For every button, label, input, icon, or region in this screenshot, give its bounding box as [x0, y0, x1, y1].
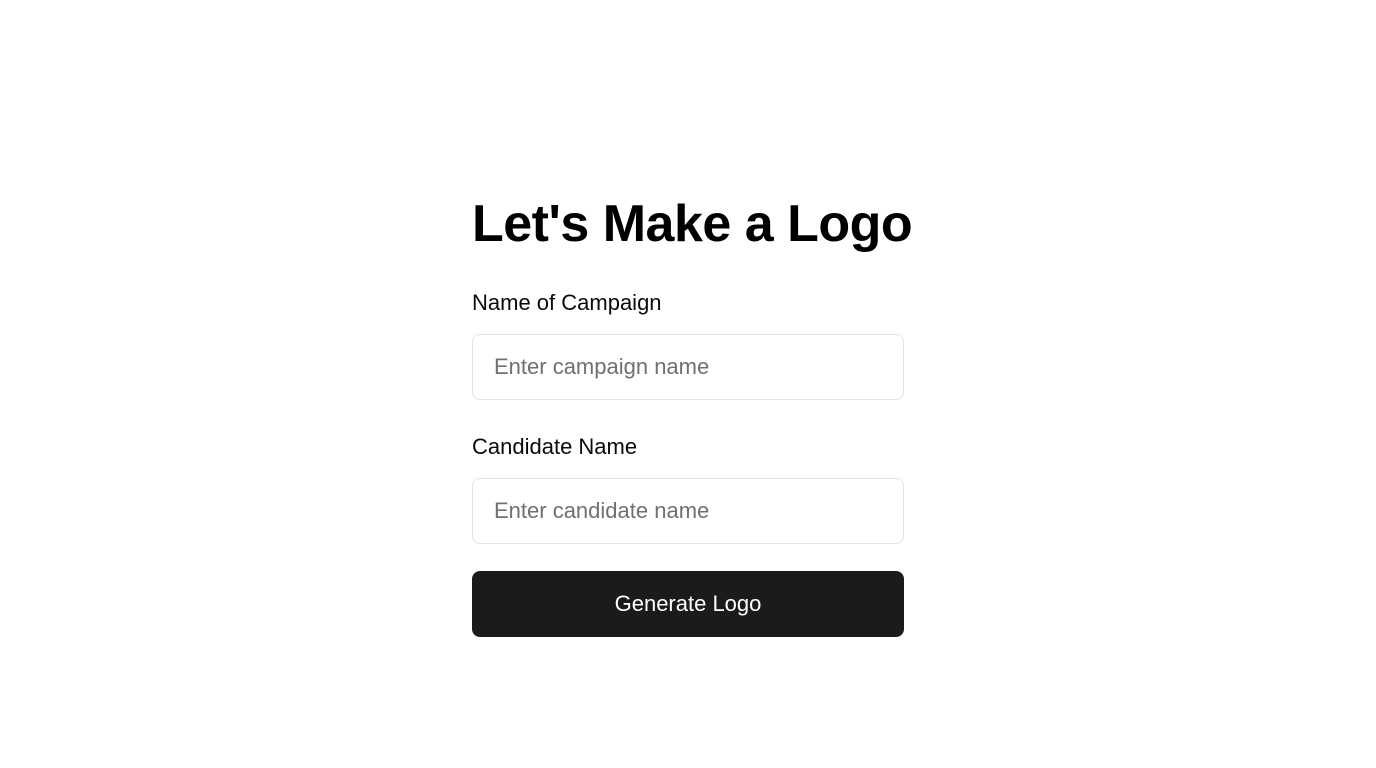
candidate-name-label: Candidate Name	[472, 434, 638, 459]
logo-form: Let's Make a Logo Name of Campaign Candi…	[472, 190, 913, 637]
candidate-name-input[interactable]	[472, 478, 904, 544]
generate-logo-button[interactable]: Generate Logo	[472, 571, 904, 637]
page-title: Let's Make a Logo	[472, 195, 913, 253]
campaign-name-input[interactable]	[472, 334, 904, 400]
campaign-name-label: Name of Campaign	[472, 290, 662, 315]
page: Let's Make a Logo Name of Campaign Candi…	[0, 0, 1376, 768]
